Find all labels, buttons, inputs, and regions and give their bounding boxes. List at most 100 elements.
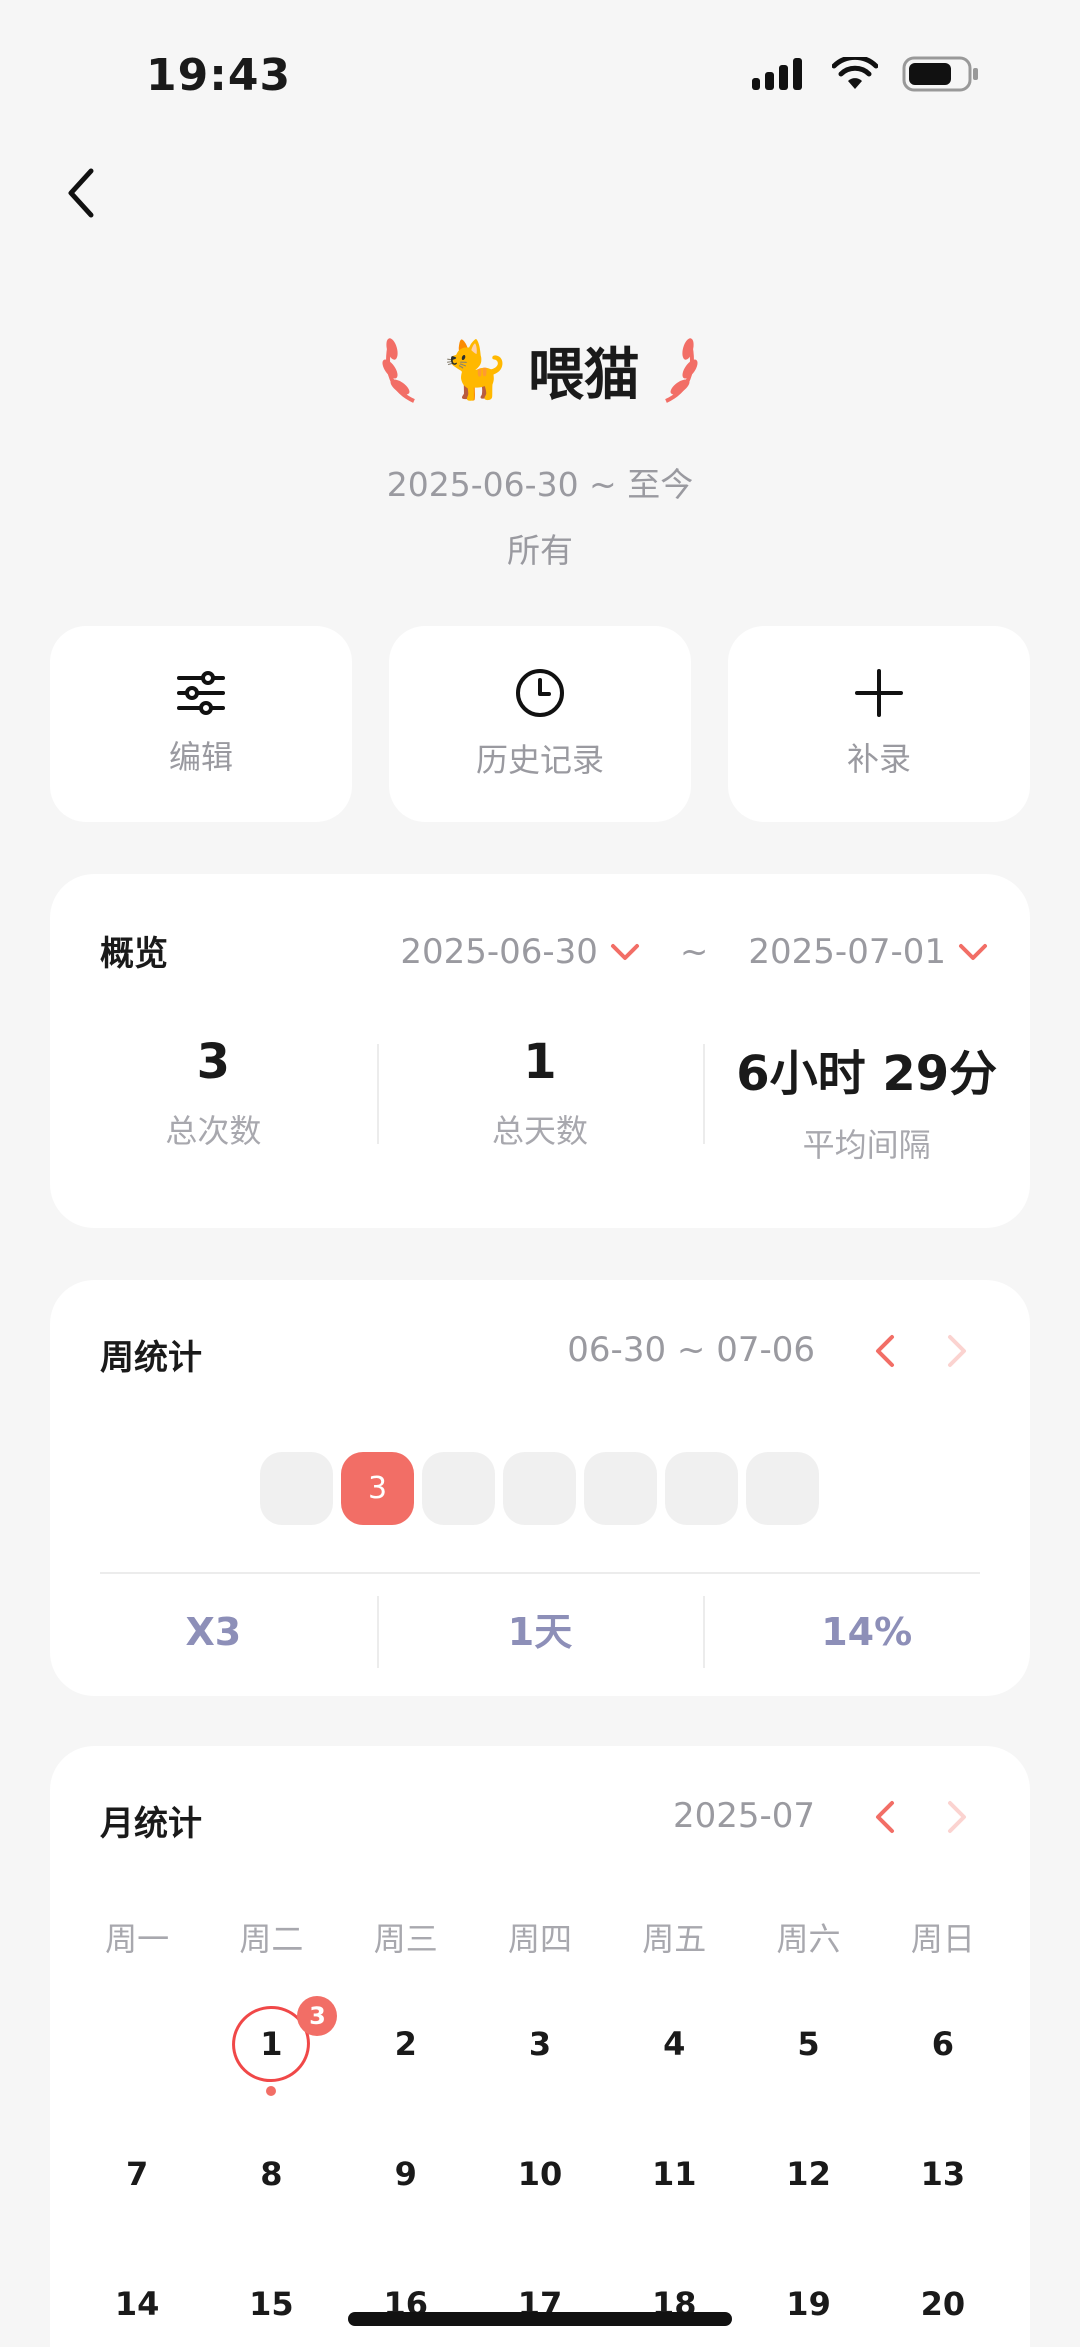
title-row: 🐈 喂猫 xyxy=(0,320,1080,420)
add-record-label: 补录 xyxy=(846,740,911,778)
weekday-label: 周日 xyxy=(910,1920,975,1958)
start-date-picker[interactable]: 2025-06-30 xyxy=(400,932,640,972)
calendar-grid: 1 3 2 3 4 5 6 7 8 9 10 11 12 13 14 15 16… xyxy=(70,1996,1010,2347)
divider xyxy=(100,1572,980,1574)
calendar-day[interactable]: 20 xyxy=(876,2274,1010,2347)
stat-value: 6小时 29分 xyxy=(736,1046,998,1102)
overview-range: 2025-06-30 ~ 2025-07-01 xyxy=(400,932,988,972)
chevron-right-icon xyxy=(948,1801,966,1833)
cellular-signal-icon xyxy=(752,58,802,90)
calendar-day[interactable]: 14 xyxy=(70,2274,204,2347)
stat-label: 总天数 xyxy=(492,1112,589,1150)
laurel-left-icon xyxy=(382,338,416,403)
chevron-left-icon xyxy=(876,1335,894,1367)
weekday-label: 周一 xyxy=(105,1920,170,1958)
end-date-picker[interactable]: 2025-07-01 xyxy=(748,932,988,972)
add-record-button[interactable]: 补录 xyxy=(728,626,1030,822)
weekday-label: 周五 xyxy=(642,1920,707,1958)
weekday-label: 周三 xyxy=(373,1920,438,1958)
sliders-icon xyxy=(177,671,225,715)
chevron-left-icon xyxy=(68,168,94,218)
chevron-down-icon xyxy=(959,944,987,960)
week-count: X3 xyxy=(185,1610,242,1654)
weekday-label: 周二 xyxy=(239,1920,304,1958)
home-indicator xyxy=(348,2312,732,2326)
overview-title: 概览 xyxy=(100,934,168,974)
stat-value: 3 xyxy=(196,1034,231,1090)
stat-total-days: 1 总天数 xyxy=(376,1034,704,1166)
back-button[interactable] xyxy=(46,158,116,228)
laurel-right-icon xyxy=(664,338,698,403)
clock-icon xyxy=(516,669,564,717)
week-percent: 14% xyxy=(703,1596,1030,1668)
status-bar: 19:43 xyxy=(0,0,1080,130)
calendar-day-today[interactable]: 1 3 xyxy=(204,1996,338,2144)
calendar-day[interactable]: 10 xyxy=(473,2144,607,2274)
cat-emoji: 🐈 xyxy=(440,338,510,403)
wifi-icon xyxy=(832,57,878,89)
calendar-day[interactable]: 7 xyxy=(70,2144,204,2274)
calendar-day[interactable]: 17 xyxy=(473,2274,607,2347)
scope-text: 所有 xyxy=(507,531,573,570)
calendar-day[interactable]: 15 xyxy=(204,2274,338,2347)
week-next-button[interactable] xyxy=(932,1326,982,1376)
calendar-day[interactable]: 4 xyxy=(607,2014,741,2144)
start-date: 2025-06-30 xyxy=(400,932,598,972)
week-day-cell[interactable] xyxy=(665,1452,738,1525)
stat-label: 平均间隔 xyxy=(802,1126,931,1164)
week-prev-button[interactable] xyxy=(860,1326,910,1376)
history-label: 历史记录 xyxy=(475,741,604,779)
plus-icon xyxy=(855,669,903,717)
calendar-day[interactable]: 2 xyxy=(339,2014,473,2144)
edit-button[interactable]: 编辑 xyxy=(50,626,352,822)
weekday-label: 周四 xyxy=(507,1920,572,1958)
status-time: 19:43 xyxy=(146,50,292,101)
calendar-day[interactable]: 12 xyxy=(741,2144,875,2274)
status-icons xyxy=(752,56,980,92)
month-next-button[interactable] xyxy=(932,1792,982,1842)
chevron-left-icon xyxy=(876,1801,894,1833)
stat-value: 1 xyxy=(523,1034,557,1090)
record-dot xyxy=(266,2086,277,2096)
calendar-day-empty xyxy=(70,2014,204,2144)
week-stats: X3 1天 14% xyxy=(50,1596,1030,1668)
calendar-day[interactable]: 16 xyxy=(339,2274,473,2347)
week-day-cell[interactable] xyxy=(260,1452,333,1525)
week-day-cell[interactable] xyxy=(746,1452,819,1525)
stat-average-interval: 6小时 29分 平均间隔 xyxy=(703,1034,1030,1166)
calendar-day[interactable]: 9 xyxy=(339,2144,473,2274)
calendar-day[interactable]: 19 xyxy=(741,2274,875,2347)
calendar-day[interactable]: 6 xyxy=(876,2014,1010,2144)
week-title: 周统计 xyxy=(100,1338,202,1378)
week-day-cells: 3 xyxy=(260,1452,819,1525)
month-prev-button[interactable] xyxy=(860,1792,910,1842)
chevron-right-icon xyxy=(948,1335,966,1367)
weekday-label: 周六 xyxy=(776,1920,841,1958)
page: 19:43 🐈 喂猫 2025-06-30 ~ 至今 所有 编辑 历史记录 补录… xyxy=(0,0,1080,2347)
week-range: 06-30 ~ 07-06 xyxy=(567,1330,815,1370)
overview-stats: 3 总次数 1 总天数 6小时 29分 平均间隔 xyxy=(50,1034,1030,1166)
week-day-cell[interactable] xyxy=(584,1452,657,1525)
stat-label: 总次数 xyxy=(165,1112,262,1150)
calendar-day[interactable]: 8 xyxy=(204,2144,338,2274)
week-day-cell[interactable]: 3 xyxy=(341,1452,414,1525)
end-date: 2025-07-01 xyxy=(748,932,946,972)
date-range-text: 2025-06-30 ~ 至今 xyxy=(386,465,694,504)
week-day-cell[interactable] xyxy=(422,1452,495,1525)
range-separator: ~ xyxy=(679,932,709,972)
week-day-cell[interactable] xyxy=(503,1452,576,1525)
chevron-down-icon xyxy=(610,944,639,960)
page-title: 喂猫 xyxy=(527,342,640,408)
month-label: 2025-07 xyxy=(672,1796,815,1836)
calendar-day[interactable]: 3 xyxy=(473,2014,607,2144)
week-days: 1天 xyxy=(376,1596,704,1668)
stat-total-count: 3 总次数 xyxy=(50,1034,377,1166)
history-button[interactable]: 历史记录 xyxy=(389,626,691,822)
calendar-day[interactable]: 5 xyxy=(741,2014,875,2144)
week-card: 周统计 06-30 ~ 07-06 3 X3 1天 14% xyxy=(50,1280,1030,1696)
calendar-day[interactable]: 13 xyxy=(876,2144,1010,2274)
calendar-day[interactable]: 18 xyxy=(607,2274,741,2347)
battery-icon xyxy=(902,56,978,92)
calendar-day[interactable]: 11 xyxy=(607,2144,741,2274)
month-card: 月统计 2025-07 周一 周二 周三 周四 周五 周六 周日 1 3 2 3… xyxy=(50,1746,1030,2347)
